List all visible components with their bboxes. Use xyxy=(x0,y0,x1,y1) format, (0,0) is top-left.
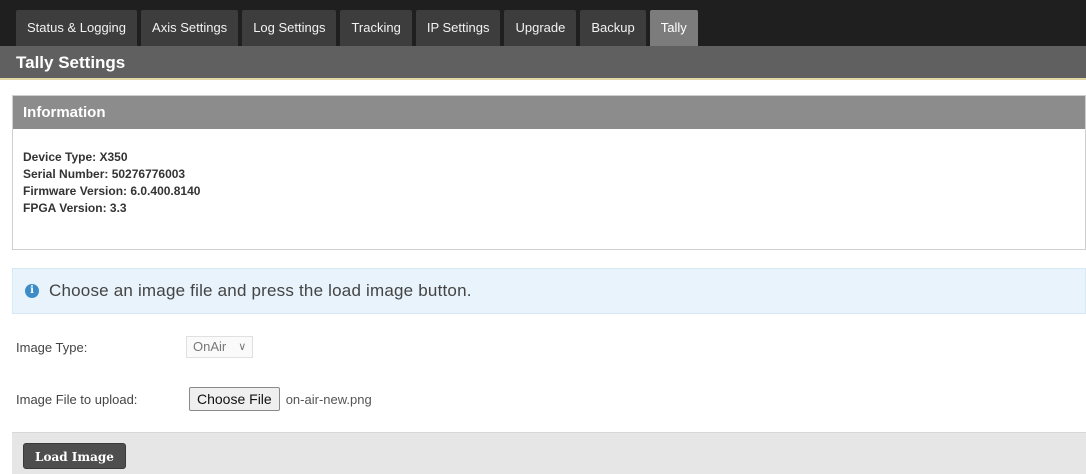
image-type-select[interactable]: OnAir ∨ xyxy=(186,336,254,358)
tab-status-logging[interactable]: Status & Logging xyxy=(16,10,138,46)
info-alert: i Choose an image file and press the loa… xyxy=(12,268,1086,314)
image-type-label: Image Type: xyxy=(16,339,88,355)
selected-file-name: on-air-new.png xyxy=(285,391,372,407)
image-type-row: Image Type: OnAir ∨ xyxy=(16,336,254,358)
information-lines: Device Type: X350 Serial Number: 5027677… xyxy=(13,129,1085,217)
tab-upgrade[interactable]: Upgrade xyxy=(504,10,577,46)
choose-file-button[interactable]: Choose File xyxy=(189,387,280,411)
tab-list: Status & Logging Axis Settings Log Setti… xyxy=(16,10,702,46)
alert-text: Choose an image file and press the load … xyxy=(49,281,472,300)
load-image-button[interactable]: Load Image xyxy=(23,443,126,469)
information-panel: Information Device Type: X350 Serial Num… xyxy=(12,95,1086,250)
fpga-version-text: FPGA Version: 3.3 xyxy=(23,201,127,215)
tab-bar: Status & Logging Axis Settings Log Setti… xyxy=(0,0,1086,46)
tab-log-settings[interactable]: Log Settings xyxy=(242,10,337,46)
action-footer: Load Image xyxy=(12,432,1086,474)
information-heading: Information xyxy=(13,96,1085,129)
tab-ip-settings[interactable]: IP Settings xyxy=(415,10,501,46)
chevron-down-icon: ∨ xyxy=(238,341,247,353)
device-type-text: Device Type: X350 xyxy=(23,150,128,164)
tab-tally[interactable]: Tally xyxy=(649,10,698,46)
page-title: Tally Settings xyxy=(0,46,1086,80)
image-file-label: Image File to upload: xyxy=(16,391,138,407)
firmware-version-text: Firmware Version: 6.0.400.8140 xyxy=(23,184,201,198)
image-type-value: OnAir xyxy=(193,339,227,354)
tab-axis-settings[interactable]: Axis Settings xyxy=(141,10,239,46)
serial-number-text: Serial Number: 50276776003 xyxy=(23,167,186,181)
info-icon: i xyxy=(25,284,39,298)
image-file-row: Image File to upload: Choose File on-air… xyxy=(16,387,372,411)
tab-backup[interactable]: Backup xyxy=(580,10,646,46)
tab-tracking[interactable]: Tracking xyxy=(340,10,412,46)
